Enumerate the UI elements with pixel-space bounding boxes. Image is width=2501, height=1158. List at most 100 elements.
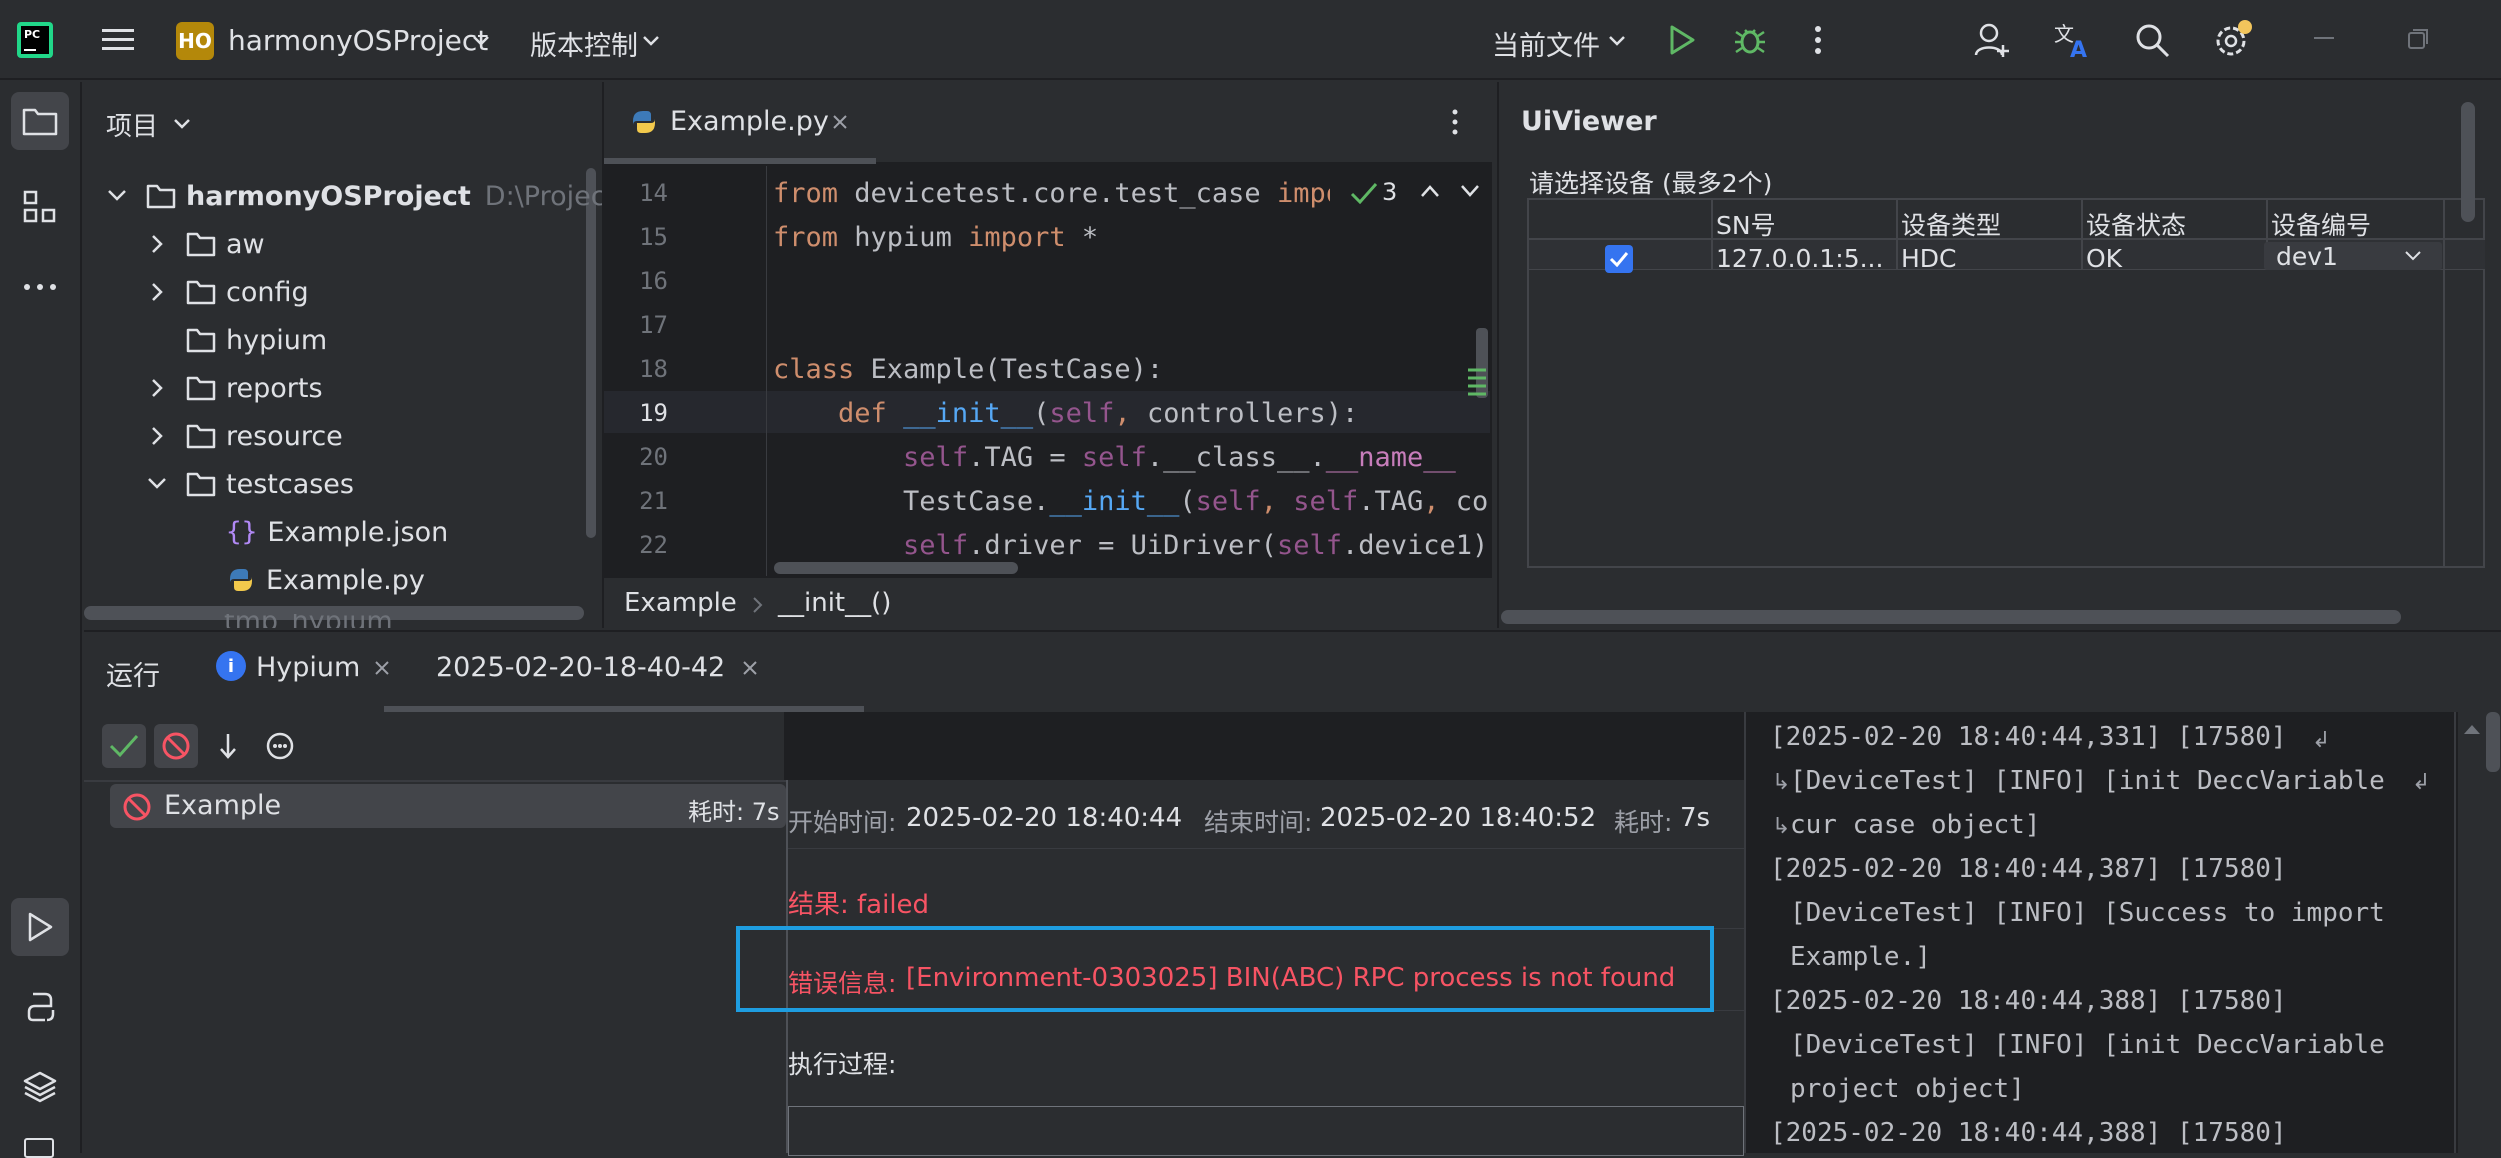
breadcrumb-class[interactable]: Example xyxy=(624,588,737,618)
main-menu-icon[interactable] xyxy=(96,18,140,62)
run-tab-hypium[interactable]: Hypium xyxy=(256,652,360,683)
layers-icon[interactable] xyxy=(11,1058,69,1116)
tree-item-example-py[interactable]: Example.py xyxy=(226,558,425,602)
code-line-14: from devicetest.core.test_case impo xyxy=(773,178,1342,209)
more-vertical-icon[interactable] xyxy=(1440,104,1470,140)
code-area[interactable]: from devicetest.core.test_case impo from… xyxy=(773,166,1488,576)
log-line: [2025-02-20 18:40:44,331] [17580] xyxy=(1770,722,2287,752)
folder-icon xyxy=(186,328,216,353)
show-failed-icon[interactable] xyxy=(154,724,198,768)
log-line: [DeviceTest] [INFO] [init DeccVariable xyxy=(1790,1030,2385,1060)
log-line: [2025-02-20 18:40:44,388] [17580] xyxy=(1770,1118,2287,1148)
soft-wrap-icon: ↲ xyxy=(2412,770,2431,795)
column-header-id: 设备编号 xyxy=(2271,211,2372,240)
project-name-dropdown[interactable]: harmonyOSProject xyxy=(228,24,488,57)
log-line: project object] xyxy=(1790,1074,2025,1104)
run-panel-title: 运行 xyxy=(106,661,160,692)
line-number: 17 xyxy=(639,311,668,339)
terminal-icon[interactable] xyxy=(24,1138,54,1158)
sort-down-icon[interactable] xyxy=(208,724,248,768)
project-folder-icon[interactable] xyxy=(11,92,69,150)
test-list xyxy=(84,780,786,1153)
chevron-down-icon xyxy=(470,30,492,52)
tree-item-reports[interactable]: reports xyxy=(150,366,323,410)
tree-item-aw[interactable]: aw xyxy=(150,222,265,266)
run-tab-timestamp[interactable]: 2025-02-20-18-40-42 xyxy=(436,652,725,683)
chevron-down-icon xyxy=(108,190,126,201)
editor-h-scrollbar[interactable] xyxy=(774,562,1018,574)
error-label: 错误信息: xyxy=(788,969,897,998)
test-item-example[interactable]: Example 耗时: 7s xyxy=(110,784,786,828)
restore-icon[interactable] xyxy=(2400,24,2436,54)
structure-icon[interactable] xyxy=(11,178,69,236)
breadcrumb-method[interactable]: __init__() xyxy=(778,588,891,618)
device-id-dropdown[interactable]: dev1 xyxy=(2264,242,2442,271)
chevron-up-icon[interactable] xyxy=(1420,184,1440,198)
uiviewer-title: UiViewer xyxy=(1521,106,1657,137)
chevron-right-icon xyxy=(753,597,763,613)
more-vertical-icon[interactable] xyxy=(1800,20,1836,60)
minimize-icon[interactable] xyxy=(2306,24,2342,54)
translate-icon[interactable]: 文A xyxy=(2050,18,2096,62)
inspection-widget[interactable]: 3 xyxy=(1330,172,1488,212)
change-marker xyxy=(1466,366,1488,402)
chevron-down-icon xyxy=(2405,251,2421,261)
scroll-up-icon[interactable] xyxy=(2462,722,2482,736)
settings-icon[interactable] xyxy=(2210,16,2256,62)
uiviewer-h-scrollbar[interactable] xyxy=(1501,610,2401,624)
run-icon[interactable] xyxy=(1662,20,1702,60)
soft-wrap-icon: ↲ xyxy=(2312,728,2331,753)
tree-item-hypium[interactable]: hypium xyxy=(186,318,327,362)
options-icon[interactable] xyxy=(260,724,300,768)
log-line: cur case object] xyxy=(1790,810,2041,840)
end-time-value: 2025-02-20 18:40:52 xyxy=(1320,803,1597,833)
tree-item-resource[interactable]: resource xyxy=(150,414,343,458)
process-label: 执行过程: xyxy=(788,1050,897,1079)
code-line-18: class Example(TestCase): xyxy=(773,354,1164,385)
tree-item-label: config xyxy=(226,276,309,308)
check-icon xyxy=(1350,183,1378,204)
column-header-sn: SN号 xyxy=(1716,211,1776,240)
title-bar: PC HO harmonyOSProject 版本控制 当前文件 文A xyxy=(0,0,2501,80)
tree-item-example-json[interactable]: {} Example.json xyxy=(226,510,448,554)
chevron-right-icon xyxy=(152,235,163,253)
code-line-19: def __init__(self, controllers): xyxy=(838,398,1359,429)
close-icon[interactable] xyxy=(828,110,852,134)
close-icon[interactable] xyxy=(370,656,394,680)
log-line: [2025-02-20 18:40:44,387] [17580] xyxy=(1770,854,2287,884)
add-user-icon[interactable] xyxy=(1970,18,2014,62)
chevron-down-icon[interactable] xyxy=(1460,184,1480,198)
pycharm-logo[interactable]: PC xyxy=(17,22,53,58)
device-checkbox[interactable] xyxy=(1605,245,1633,273)
tree-item-partial: tmp_hypium xyxy=(84,614,602,628)
run-tool-icon[interactable] xyxy=(11,898,69,956)
tree-item-testcases[interactable]: testcases xyxy=(146,462,354,506)
line-number: 22 xyxy=(639,531,668,559)
project-panel-title[interactable]: 项目 xyxy=(106,106,158,143)
tree-item-label: aw xyxy=(226,228,265,260)
cell-sn: 127.0.0.1:5... xyxy=(1716,244,1884,273)
more-horizontal-icon[interactable] xyxy=(11,258,69,316)
end-time-label: 结束时间: xyxy=(1204,808,1313,837)
chevron-right-icon xyxy=(152,427,163,445)
column-header-type: 设备类型 xyxy=(1901,211,2002,240)
run-config-dropdown[interactable]: 当前文件 xyxy=(1492,24,1600,63)
chevron-down-icon xyxy=(148,478,166,489)
console-scrollbar[interactable] xyxy=(2486,712,2500,772)
debug-icon[interactable] xyxy=(1730,20,1770,60)
tree-item-config[interactable]: config xyxy=(150,270,309,314)
tree-item-label: testcases xyxy=(226,468,354,500)
show-passed-icon[interactable] xyxy=(102,724,146,768)
editor-tab-label[interactable]: Example.py xyxy=(670,106,829,137)
tree-item-label: Example.json xyxy=(267,516,449,548)
tool-window-bar xyxy=(0,82,82,1158)
search-icon[interactable] xyxy=(2130,18,2174,62)
start-time-value: 2025-02-20 18:40:44 xyxy=(906,803,1183,833)
close-icon[interactable] xyxy=(738,656,762,680)
uiviewer-v-scrollbar[interactable] xyxy=(2461,102,2475,222)
line-number: 19 xyxy=(639,399,668,427)
tree-item-root[interactable]: harmonyOSProject D:\Projects\F xyxy=(106,174,655,218)
vcs-dropdown[interactable]: 版本控制 xyxy=(530,24,638,63)
python-console-icon[interactable] xyxy=(11,978,69,1036)
vertical-scrollbar[interactable] xyxy=(586,168,596,538)
